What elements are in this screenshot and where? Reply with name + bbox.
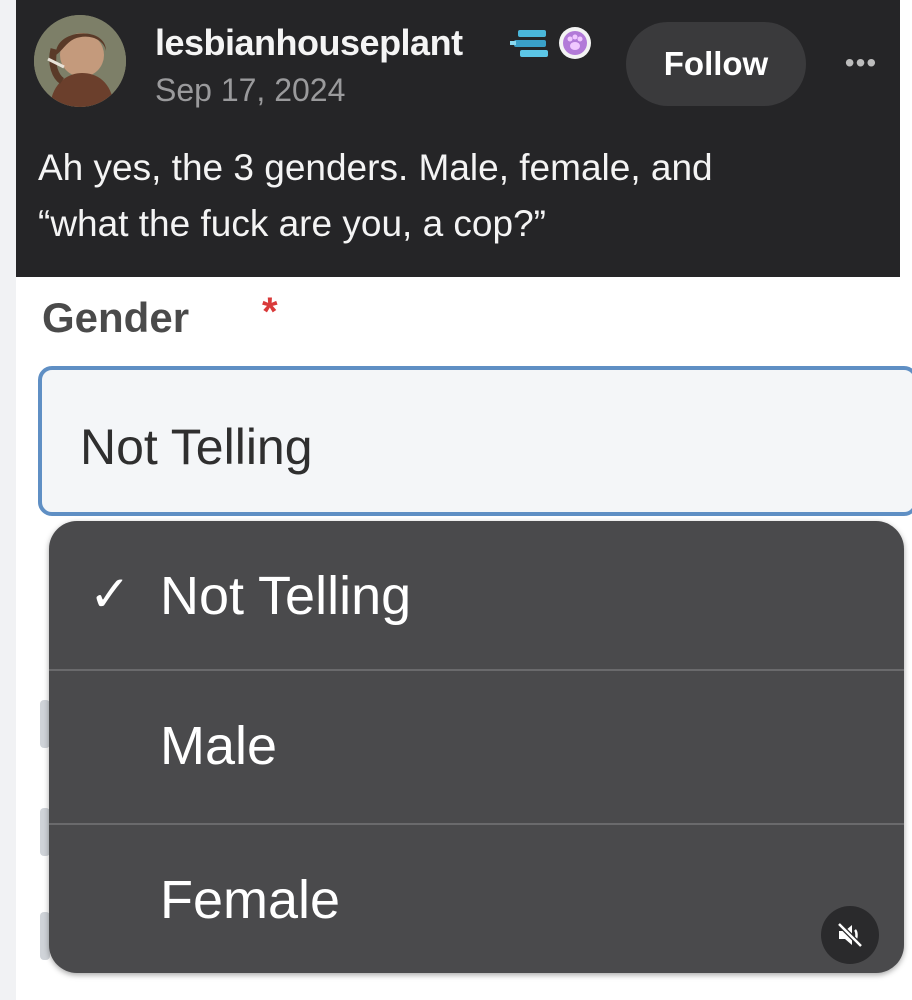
avatar[interactable]	[34, 15, 126, 107]
paw-badge-icon	[558, 26, 592, 65]
option-female[interactable]: Female	[49, 825, 904, 973]
gender-select-value: Not Telling	[80, 419, 313, 475]
gender-dropdown-menu: ✓ Not Telling Male Female	[49, 521, 904, 973]
gender-label: Gender	[42, 294, 190, 341]
required-asterisk: *	[262, 290, 278, 334]
more-options-icon[interactable]: •••	[836, 48, 886, 78]
username[interactable]: lesbianhouseplant	[155, 22, 463, 64]
post-date: Sep 17, 2024	[155, 72, 346, 108]
option-not-telling[interactable]: ✓ Not Telling	[49, 521, 904, 671]
stack-badge-icon	[510, 26, 554, 67]
option-label: Not Telling	[160, 566, 412, 626]
screenshot-frame: lesbianhouseplant Sep 17, 2024 Follow ••…	[0, 0, 912, 1000]
gender-select[interactable]: Not Telling	[38, 366, 912, 516]
option-label: Male	[160, 716, 278, 776]
mute-button[interactable]	[821, 906, 879, 964]
post-text: Ah yes, the 3 genders. Male, female, and…	[38, 140, 878, 252]
option-label: Female	[160, 870, 341, 930]
speaker-muted-icon	[837, 922, 863, 948]
post-text-line-1: Ah yes, the 3 genders. Male, female, and	[38, 147, 713, 188]
follow-button[interactable]: Follow	[626, 22, 806, 106]
checkmark-icon: ✓	[89, 566, 131, 622]
tumblr-post: lesbianhouseplant Sep 17, 2024 Follow ••…	[16, 0, 900, 277]
option-male[interactable]: Male	[49, 671, 904, 821]
post-text-line-2: “what the fuck are you, a cop?”	[38, 203, 546, 244]
left-margin	[0, 0, 16, 1000]
